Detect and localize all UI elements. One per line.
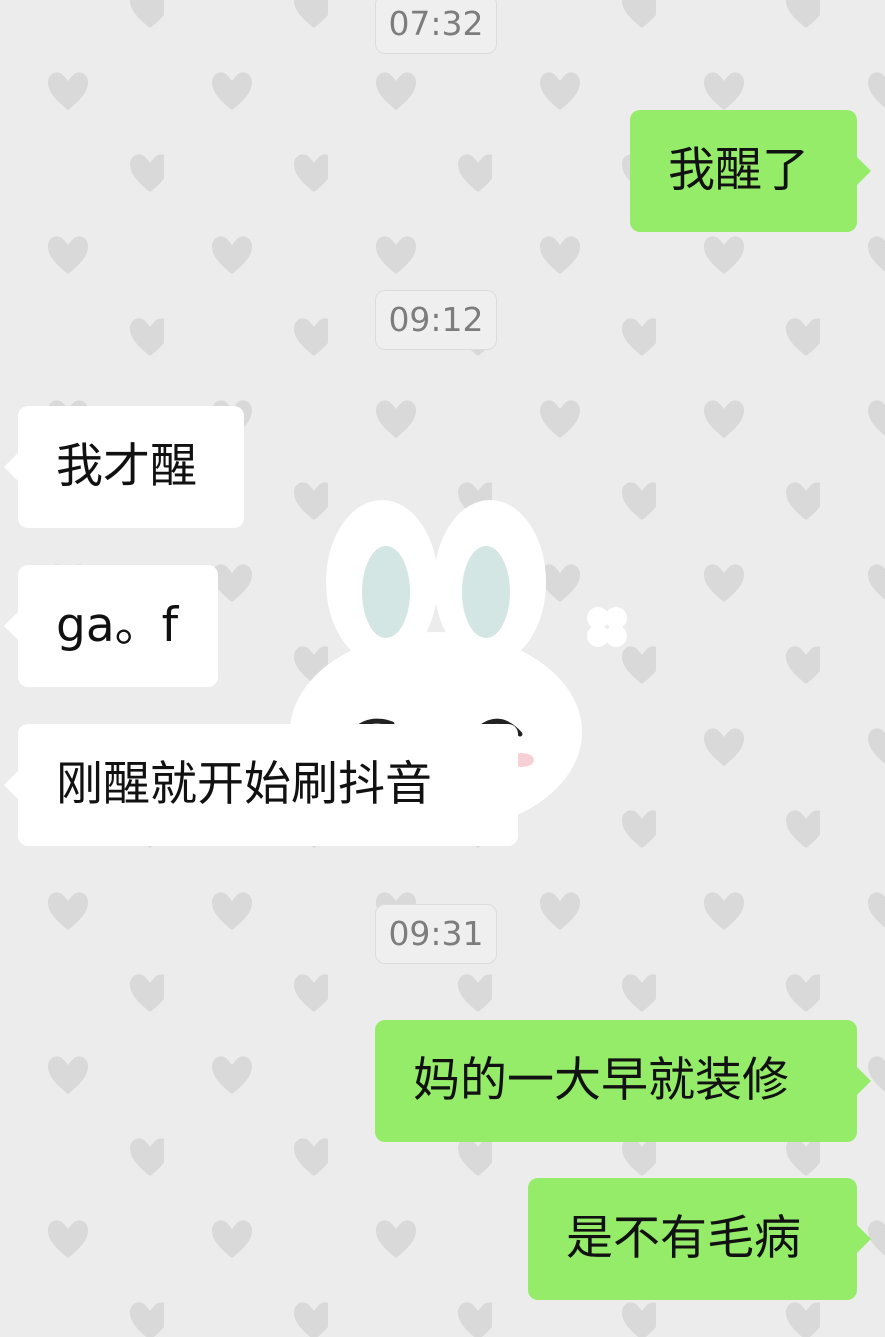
sent-message-bubble[interactable]: 是不有毛病 [528,1178,871,1300]
received-message-bubble[interactable]: ga。f [4,565,218,687]
received-message-bubble[interactable]: 刚醒就开始刷抖音 [4,724,518,846]
received-message-bubble[interactable]: 我才醒 [4,406,244,528]
timestamp: 07:32 [375,0,497,54]
timestamp: 09:12 [375,290,497,350]
sent-message-bubble[interactable]: 我醒了 [630,110,871,232]
sent-message-bubble[interactable]: 妈的一大早就装修 [375,1020,871,1142]
timestamp: 09:31 [375,904,497,964]
